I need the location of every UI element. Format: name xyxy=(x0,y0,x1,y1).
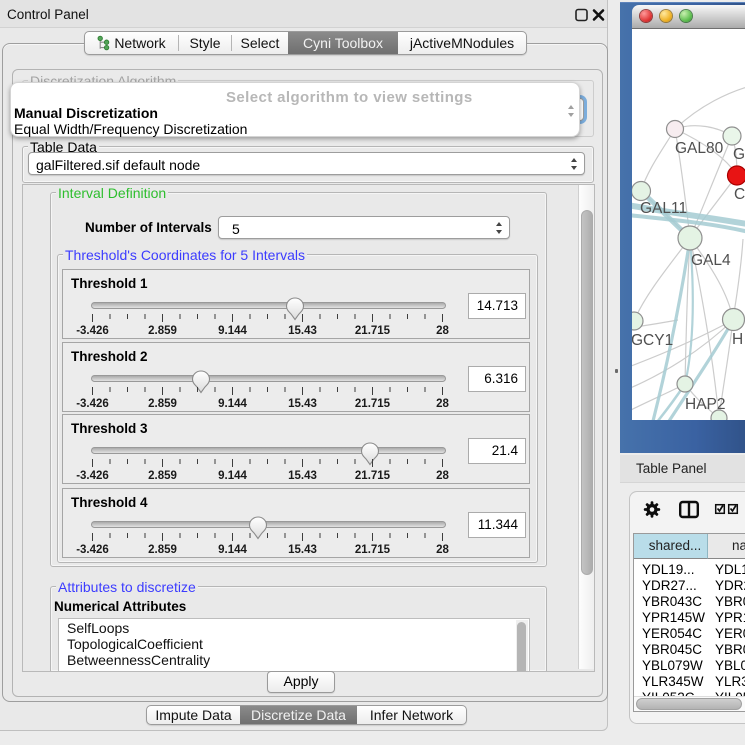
svg-text:C: C xyxy=(734,186,745,203)
svg-text:GAL11: GAL11 xyxy=(640,200,687,217)
svg-text:HAP2: HAP2 xyxy=(685,396,726,413)
svg-text:GAL80: GAL80 xyxy=(675,140,724,157)
svg-text:G.: G. xyxy=(733,146,745,163)
svg-text:GAL4: GAL4 xyxy=(691,252,731,269)
svg-text:GCY1: GCY1 xyxy=(632,332,673,349)
svg-text:H: H xyxy=(732,331,743,348)
